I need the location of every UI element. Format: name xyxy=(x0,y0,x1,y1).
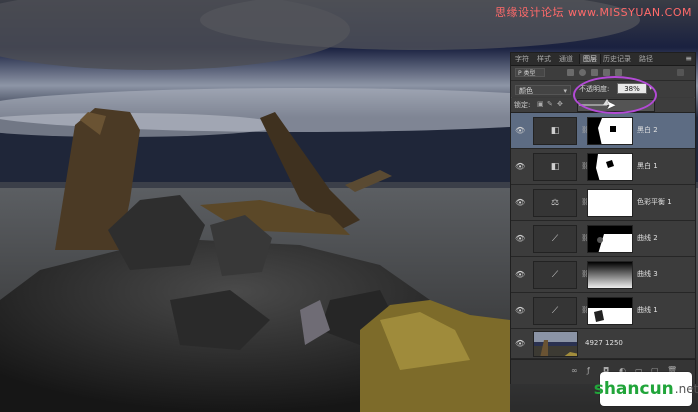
panel-menu-icon[interactable]: ≡ xyxy=(685,54,692,64)
layer-row[interactable]: 👁 ⟋ ⛓ 曲线 1 xyxy=(511,293,695,329)
layer-style-icon[interactable]: ƒ xyxy=(587,367,595,375)
color-balance-icon: ⚖ xyxy=(550,198,560,208)
tab-character[interactable]: 字符 xyxy=(515,54,529,64)
visibility-eye-icon[interactable]: 👁 xyxy=(515,198,525,207)
watermark-logo-suffix: .net xyxy=(674,382,698,396)
background-layer-row[interactable]: 👁 4927 1250 xyxy=(511,329,695,359)
layer-mask-thumbnail[interactable] xyxy=(587,189,633,217)
tab-channels[interactable]: 通道 xyxy=(559,54,573,64)
lock-paint-icon[interactable]: ✎ xyxy=(547,101,554,108)
layer-name[interactable]: 色彩平衡 1 xyxy=(637,198,672,207)
layer-mask-thumbnail[interactable] xyxy=(587,297,633,325)
adjustment-thumbnail[interactable]: ⟋ xyxy=(533,225,577,253)
visibility-eye-icon[interactable]: 👁 xyxy=(515,306,525,315)
mouse-cursor-icon: ➤ xyxy=(606,98,617,112)
layer-row[interactable]: 👁 ⚖ ⛓ 色彩平衡 1 xyxy=(511,185,695,221)
layer-name[interactable]: 曲线 3 xyxy=(637,270,658,279)
watermark-logo-text: shancun xyxy=(593,379,674,399)
filter-pixel-icon[interactable] xyxy=(567,69,574,76)
lock-move-icon[interactable]: ✥ xyxy=(557,101,564,108)
watermark-site-text: 思缘设计论坛 www.MISSYUAN.COM xyxy=(494,6,692,19)
visibility-eye-icon[interactable]: 👁 xyxy=(515,339,525,348)
curves-icon: ⟋ xyxy=(551,270,559,280)
layer-row[interactable]: 👁 ⟋ ⛓ 曲线 2 xyxy=(511,221,695,257)
lock-label: 锁定: xyxy=(514,101,531,109)
layer-mask-thumbnail[interactable] xyxy=(587,117,633,145)
chevron-down-icon: ▾ xyxy=(563,87,567,95)
bw-adjustment-icon: ◧ xyxy=(550,126,560,136)
link-layers-icon[interactable]: ∞ xyxy=(571,367,579,375)
curves-icon: ⟋ xyxy=(551,306,559,316)
layer-row[interactable]: 👁 ◧ ⛓ 黑白 2 xyxy=(511,113,695,149)
tab-layers[interactable]: 图层 xyxy=(579,54,601,64)
lock-transparency-icon[interactable]: ▣ xyxy=(537,101,544,108)
bw-adjustment-icon: ◧ xyxy=(550,162,560,172)
layer-name[interactable]: 黑白 2 xyxy=(637,126,658,135)
layer-name[interactable]: 黑白 1 xyxy=(637,162,658,171)
layer-name[interactable]: 曲线 2 xyxy=(637,234,658,243)
filter-adjustment-icon[interactable] xyxy=(579,69,586,76)
tab-paths[interactable]: 路径 xyxy=(639,54,653,64)
layer-list: 👁 ◧ ⛓ 黑白 2 👁 ◧ ⛓ 黑白 1 👁 ⚖ ⛓ 色彩平衡 1 👁 ⟋ ⛓ 曲线 2 👁 ⟋ ⛓ 曲线 3 👁 ⟋ ⛓… xyxy=(511,113,695,359)
tab-styles[interactable]: 样式 xyxy=(537,54,551,64)
blend-mode-select[interactable]: 颜色 ▾ xyxy=(515,85,571,95)
filter-toggle-icon[interactable] xyxy=(677,69,684,76)
screenshot-stage: 思缘设计论坛 www.MISSYUAN.COM 字符 样式 通道 图层 历史记录… xyxy=(0,0,698,412)
background-layer-name[interactable]: 4927 1250 xyxy=(585,339,623,347)
panel-tab-bar: 字符 样式 通道 图层 历史记录 路径 ≡ xyxy=(511,53,695,66)
adjustment-thumbnail[interactable]: ◧ xyxy=(533,153,577,181)
layer-mask-thumbnail[interactable] xyxy=(587,225,633,253)
layer-name[interactable]: 曲线 1 xyxy=(637,306,658,315)
visibility-eye-icon[interactable]: 👁 xyxy=(515,162,525,171)
background-layer-thumbnail[interactable] xyxy=(533,331,578,357)
adjustment-thumbnail[interactable]: ◧ xyxy=(533,117,577,145)
layer-mask-thumbnail[interactable] xyxy=(587,153,633,181)
visibility-eye-icon[interactable]: 👁 xyxy=(515,234,525,243)
tab-history[interactable]: 历史记录 xyxy=(603,54,631,64)
layer-mask-thumbnail[interactable] xyxy=(587,261,633,289)
curves-icon: ⟋ xyxy=(551,234,559,244)
adjustment-thumbnail[interactable]: ⟋ xyxy=(533,261,577,289)
watermark-logo: shancun .net xyxy=(594,372,698,406)
filter-kind-select[interactable]: P 类型 xyxy=(515,68,545,77)
blend-mode-value: 颜色 xyxy=(519,87,533,95)
adjustment-thumbnail[interactable]: ⟋ xyxy=(533,297,577,325)
visibility-eye-icon[interactable]: 👁 xyxy=(515,270,525,279)
adjustment-thumbnail[interactable]: ⚖ xyxy=(533,189,577,217)
visibility-eye-icon[interactable]: 👁 xyxy=(515,126,525,135)
filter-smart-object-icon[interactable] xyxy=(615,69,622,76)
filter-shape-icon[interactable] xyxy=(603,69,610,76)
layer-row[interactable]: 👁 ⟋ ⛓ 曲线 3 xyxy=(511,257,695,293)
filter-type-icon[interactable] xyxy=(591,69,598,76)
layer-row[interactable]: 👁 ◧ ⛓ 黑白 1 xyxy=(511,149,695,185)
